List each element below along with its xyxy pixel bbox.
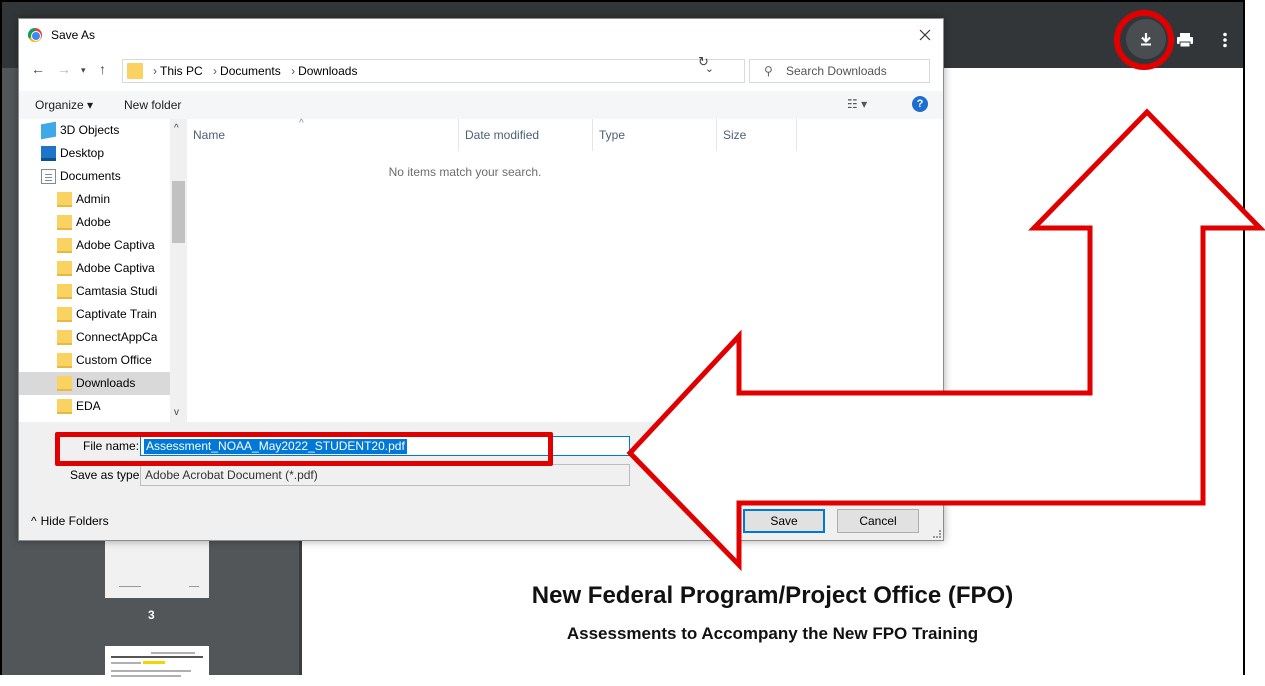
folder-icon bbox=[57, 376, 72, 391]
navigation-scrollbar[interactable]: ^ v bbox=[170, 119, 187, 422]
breadcrumb: › This PC › Documents › Downloads bbox=[149, 64, 360, 78]
nav-item-label: Documents bbox=[60, 169, 121, 183]
column-header-size[interactable]: Size bbox=[717, 119, 797, 151]
save-as-type-value: Adobe Acrobat Document (*.pdf) bbox=[145, 468, 318, 482]
scroll-down-icon[interactable]: v bbox=[174, 407, 179, 418]
search-icon: ⚲ bbox=[764, 64, 773, 78]
folder-icon bbox=[57, 330, 72, 345]
nav-item[interactable]: Documents bbox=[19, 165, 170, 188]
3d-objects-icon bbox=[41, 121, 56, 140]
folder-icon bbox=[57, 284, 72, 299]
nav-item-label: Adobe Captiva bbox=[76, 261, 155, 275]
folder-icon bbox=[57, 215, 72, 230]
save-as-type-select[interactable]: Adobe Acrobat Document (*.pdf) bbox=[140, 464, 630, 486]
search-input[interactable]: ⚲ Search Downloads bbox=[749, 59, 930, 83]
nav-item[interactable]: Admin bbox=[19, 188, 170, 211]
folder-icon bbox=[57, 399, 72, 414]
nav-item[interactable]: Camtasia Studi bbox=[19, 280, 170, 303]
new-folder-button[interactable]: New folder bbox=[124, 98, 181, 112]
chevron-up-icon: ^ bbox=[31, 514, 37, 528]
help-icon[interactable]: ? bbox=[912, 96, 928, 112]
folder-icon bbox=[57, 192, 72, 207]
breadcrumb-item[interactable]: This PC bbox=[160, 64, 203, 78]
nav-item-label: ConnectAppCa bbox=[76, 330, 158, 344]
save-as-type-label: Save as type: bbox=[70, 468, 143, 482]
hide-folders-toggle[interactable]: ^ Hide Folders bbox=[31, 514, 109, 528]
folder-icon bbox=[57, 307, 72, 322]
column-header-label: Date modified bbox=[465, 128, 540, 142]
nav-item[interactable]: 3D Objects bbox=[19, 119, 170, 142]
column-header-label: Name bbox=[193, 128, 226, 142]
nav-item[interactable]: ConnectAppCa bbox=[19, 326, 170, 349]
desktop-icon bbox=[41, 146, 56, 161]
close-button[interactable] bbox=[913, 23, 937, 47]
cancel-button[interactable]: Cancel bbox=[837, 509, 919, 533]
chevron-right-icon: › bbox=[153, 64, 157, 78]
chevron-right-icon: › bbox=[291, 64, 296, 78]
column-header-date-modified[interactable]: Date modified bbox=[459, 119, 593, 151]
documents-icon bbox=[41, 169, 56, 184]
scrollbar-thumb[interactable] bbox=[172, 181, 185, 243]
resize-grip-icon[interactable] bbox=[933, 530, 941, 538]
nav-item-label: Custom Office bbox=[76, 353, 152, 367]
recent-locations-icon[interactable]: ▾ bbox=[81, 65, 86, 76]
command-bar: Organize ▾ New folder ☷ ▾ ? bbox=[19, 91, 943, 119]
nav-item-label: Captivate Train bbox=[76, 307, 157, 321]
nav-item-label: Camtasia Studi bbox=[76, 284, 158, 298]
forward-arrow-icon[interactable]: → bbox=[57, 61, 71, 77]
view-options-icon[interactable]: ☷ ▾ bbox=[847, 97, 867, 111]
close-icon bbox=[919, 29, 931, 41]
annotation-highlight-box bbox=[55, 432, 553, 466]
folder-icon bbox=[57, 261, 72, 276]
chrome-icon bbox=[28, 28, 42, 42]
organize-button[interactable]: Organize ▾ bbox=[35, 98, 93, 112]
scroll-up-icon[interactable]: ^ bbox=[174, 123, 179, 134]
column-header-type[interactable]: Type bbox=[593, 119, 717, 151]
thumbnail-text-line bbox=[111, 675, 181, 677]
nav-item[interactable]: Desktop bbox=[19, 142, 170, 165]
nav-item[interactable]: EDA bbox=[19, 395, 170, 418]
column-header-name[interactable]: Name ^ bbox=[187, 118, 459, 151]
nav-item[interactable]: Adobe Captiva bbox=[19, 234, 170, 257]
nav-item-label: 3D Objects bbox=[60, 123, 120, 137]
nav-item-label: Adobe Captiva bbox=[76, 238, 155, 252]
nav-item-label: Downloads bbox=[76, 376, 136, 390]
navigation-pane: 3D Objects Desktop Documents Admin Adobe Adob… bbox=[19, 119, 170, 422]
dialog-titlebar[interactable]: Save As bbox=[19, 19, 943, 51]
nav-item[interactable]: Downloads bbox=[19, 372, 170, 395]
nav-item-label: Admin bbox=[76, 192, 111, 206]
nav-item[interactable]: Custom Office bbox=[19, 349, 170, 372]
refresh-icon[interactable]: ↻ bbox=[698, 54, 709, 70]
up-arrow-icon[interactable]: ↑ bbox=[99, 61, 106, 77]
hide-folders-label: Hide Folders bbox=[40, 514, 109, 528]
nav-item[interactable]: Adobe Captiva bbox=[19, 257, 170, 280]
breadcrumb-item[interactable]: Downloads bbox=[298, 64, 357, 78]
empty-list-message: No items match your search. bbox=[388, 165, 542, 179]
folder-icon bbox=[57, 353, 72, 368]
folder-icon bbox=[57, 238, 72, 253]
file-list[interactable]: Name ^ Date modified Type Size No items … bbox=[187, 118, 943, 422]
dialog-title: Save As bbox=[51, 28, 96, 42]
save-button[interactable]: Save bbox=[743, 509, 825, 533]
breadcrumb-item[interactable]: Documents bbox=[220, 64, 281, 78]
address-bar[interactable]: › This PC › Documents › Downloads ⌄ bbox=[122, 59, 745, 83]
chevron-right-icon: › bbox=[213, 64, 218, 78]
nav-item-label: Desktop bbox=[60, 146, 105, 160]
address-bar-row: ← → ▾ ↑ › This PC › Documents › Downloads ⌄… bbox=[19, 51, 943, 91]
folder-icon bbox=[127, 63, 143, 79]
nav-item[interactable]: Captivate Train bbox=[19, 303, 170, 326]
nav-item-label: EDA bbox=[76, 399, 101, 413]
back-arrow-icon[interactable]: ← bbox=[31, 61, 45, 77]
search-placeholder: Search Downloads bbox=[786, 64, 887, 78]
column-header-label: Type bbox=[599, 128, 626, 142]
annotation-highlight-circle bbox=[1114, 10, 1174, 70]
nav-item[interactable]: Adobe bbox=[19, 211, 170, 234]
sort-ascending-icon: ^ bbox=[299, 118, 304, 129]
column-header-label: Size bbox=[723, 128, 747, 142]
nav-item-label: Adobe bbox=[76, 215, 111, 229]
